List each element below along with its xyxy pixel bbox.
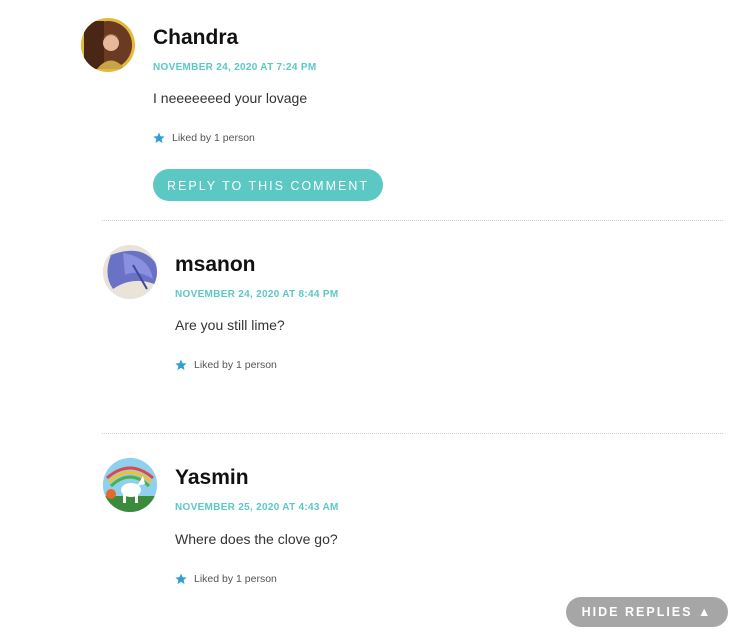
likes-info: Liked by 1 person [153, 131, 255, 145]
star-icon [175, 573, 187, 585]
avatar-image [103, 458, 157, 512]
comment-text: I neeeeeeed your lovage [153, 90, 308, 106]
avatar[interactable] [81, 18, 135, 72]
likes-text[interactable]: Liked by 1 person [194, 358, 277, 372]
hide-replies-button[interactable]: HIDE REPLIES ▲ [566, 597, 728, 627]
comment-author[interactable]: Chandra [153, 26, 238, 50]
likes-text[interactable]: Liked by 1 person [194, 572, 277, 586]
likes-info: Liked by 1 person [175, 358, 277, 372]
comments-section: Chandra NOVEMBER 24, 2020 AT 7:24 PM I n… [0, 0, 743, 643]
comment-author[interactable]: Yasmin [175, 466, 249, 490]
star-icon [153, 132, 165, 144]
comment-date[interactable]: NOVEMBER 24, 2020 AT 8:44 PM [175, 289, 338, 301]
likes-text[interactable]: Liked by 1 person [172, 131, 255, 145]
comment-text: Where does the clove go? [175, 531, 338, 547]
avatar-image [103, 245, 157, 299]
comment-author[interactable]: msanon [175, 253, 256, 277]
comment-chandra: Chandra NOVEMBER 24, 2020 AT 7:24 PM I n… [0, 0, 743, 220]
comment-date[interactable]: NOVEMBER 24, 2020 AT 7:24 PM [153, 62, 316, 74]
comment-date[interactable]: NOVEMBER 25, 2020 AT 4:43 AM [175, 502, 339, 514]
comment-msanon: msanon NOVEMBER 24, 2020 AT 8:44 PM Are … [0, 221, 743, 433]
avatar[interactable] [103, 458, 157, 512]
avatar[interactable] [103, 245, 157, 299]
star-icon [175, 359, 187, 371]
reply-button[interactable]: REPLY TO THIS COMMENT [153, 169, 383, 201]
avatar-image [84, 21, 132, 69]
comment-text: Are you still lime? [175, 317, 285, 333]
likes-info: Liked by 1 person [175, 572, 277, 586]
